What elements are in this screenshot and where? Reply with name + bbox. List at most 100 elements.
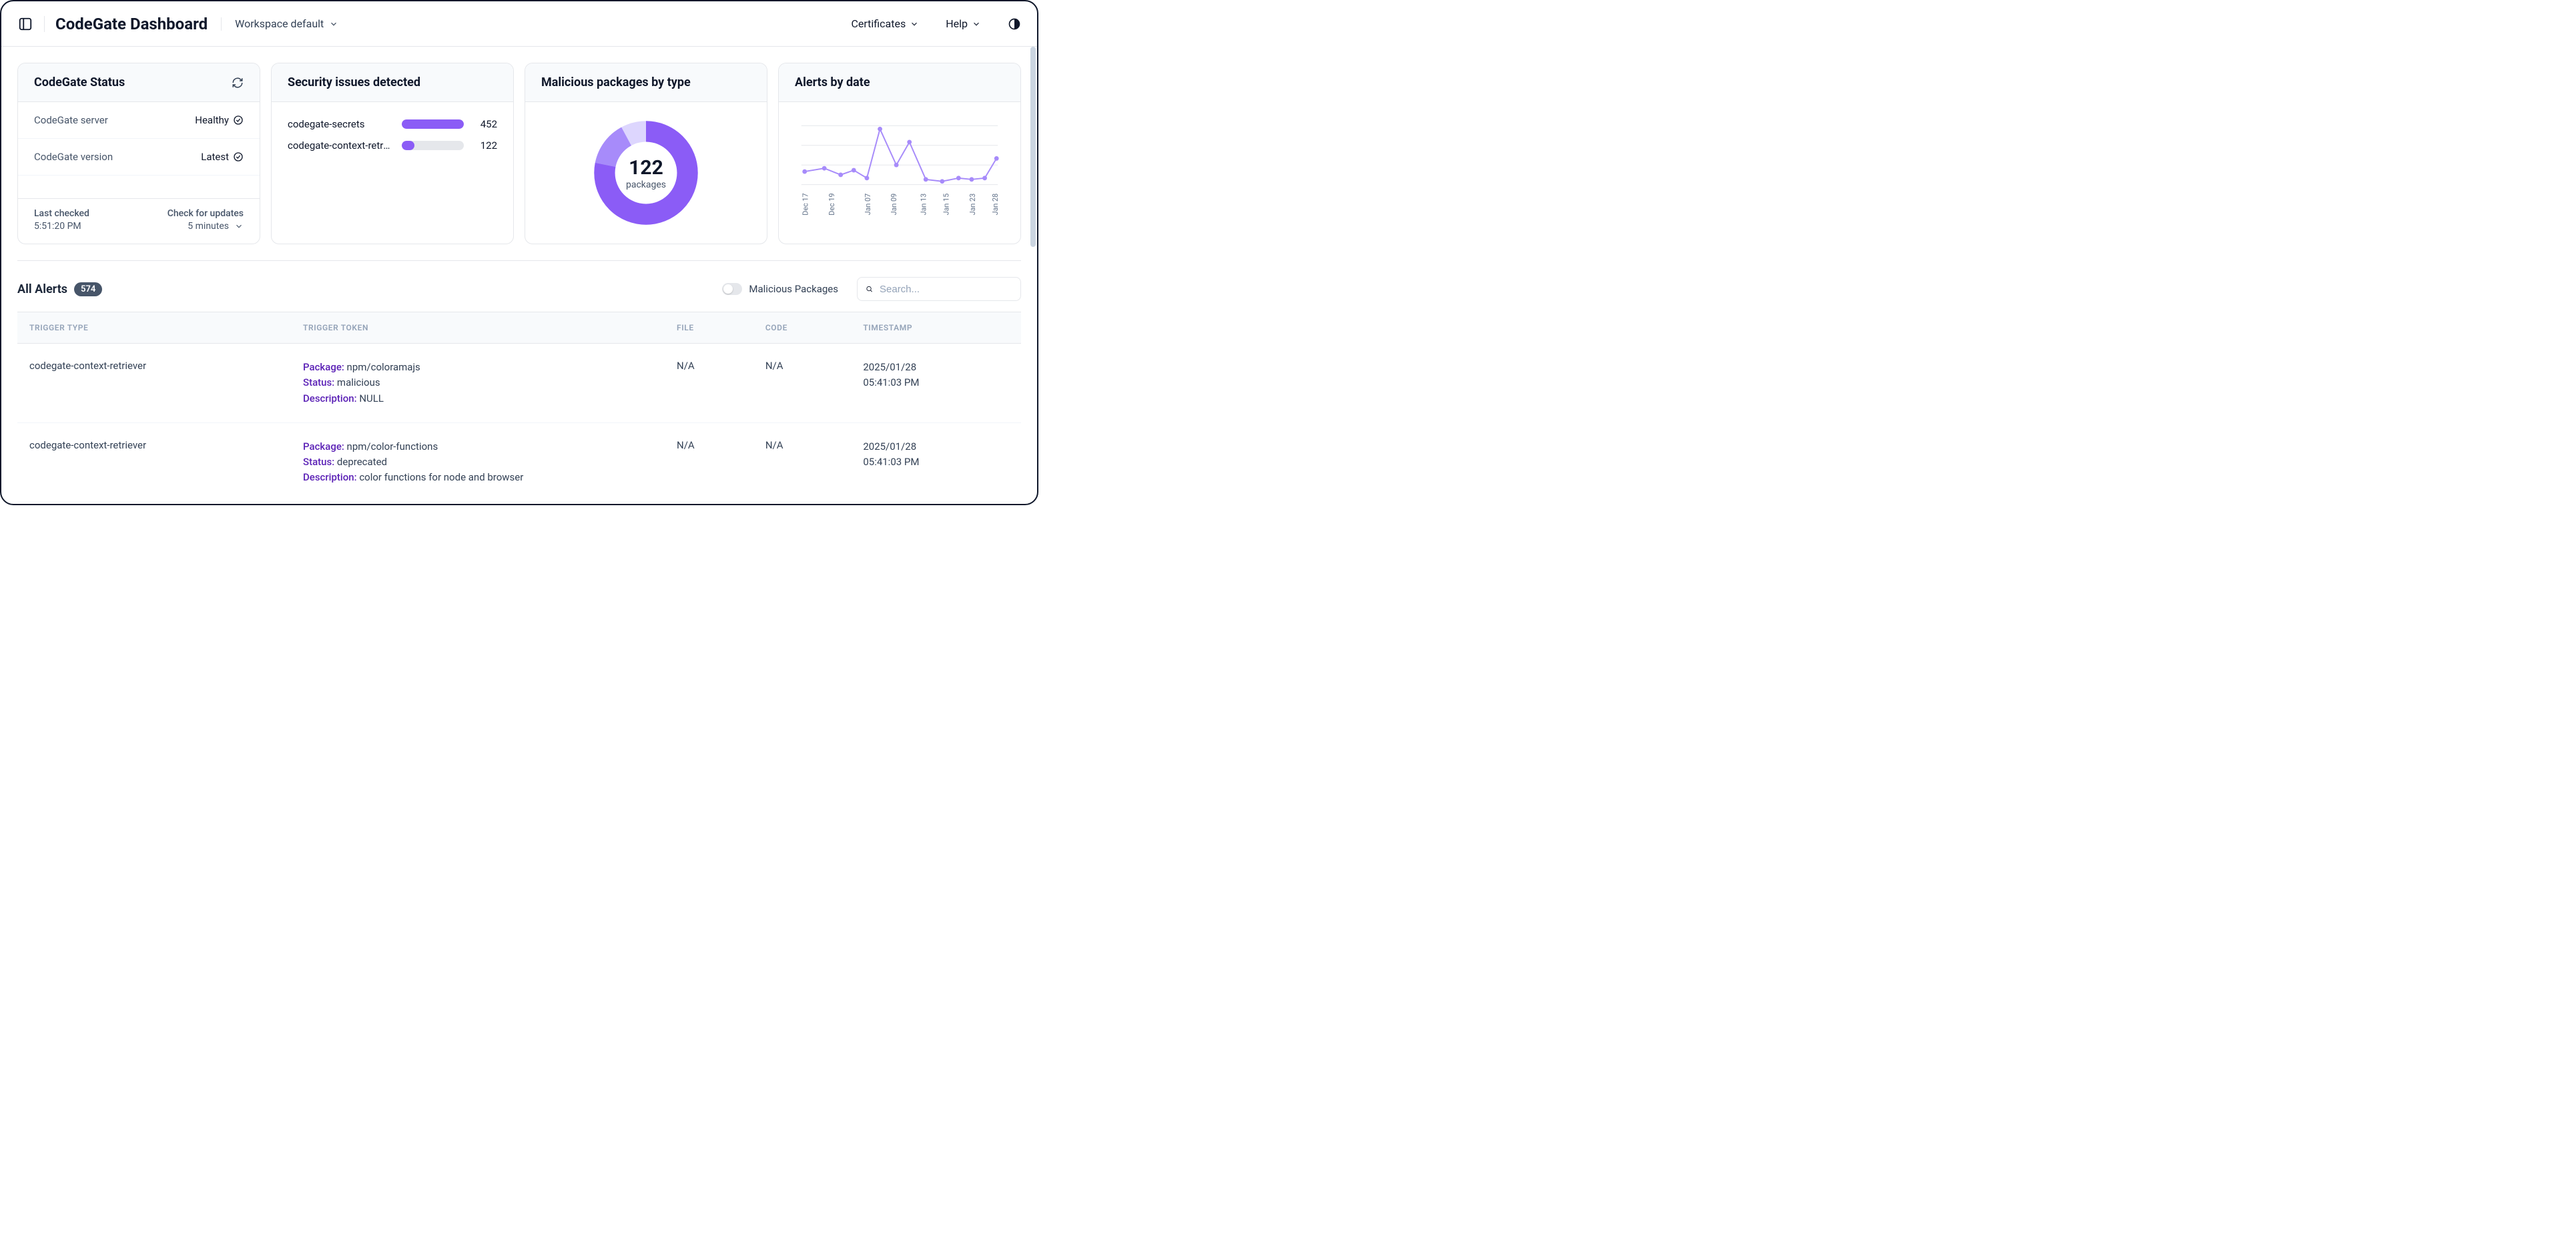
cell-trigger-token: Package: npm/color-functions Status: dep…: [291, 422, 665, 502]
malicious-packages-body: 122 packages: [525, 102, 767, 244]
alerts-by-date-body: Dec 17 Dec 19 Jan 07 Jan 09 Jan 13 Jan 1…: [779, 102, 1020, 244]
svg-text:Jan 09: Jan 09: [890, 194, 898, 216]
cell-trigger-type: codegate-context-retriever: [17, 422, 291, 502]
page-title: CodeGate Dashboard: [55, 15, 208, 33]
alerts-title: All Alerts: [17, 282, 67, 296]
status-card-header: CodeGate Status: [18, 63, 260, 102]
status-server-text: Healthy: [195, 114, 229, 126]
divider: [44, 16, 45, 32]
issue-bar-fill: [402, 119, 464, 129]
check-updates-label: Check for updates: [168, 208, 244, 219]
cell-trigger-token: Package: npm/coloramajs Status: maliciou…: [291, 344, 665, 423]
malicious-toggle-wrap: Malicious Packages: [722, 283, 838, 295]
search-input[interactable]: [880, 284, 1012, 295]
refresh-icon[interactable]: [232, 77, 244, 89]
issue-bar: [402, 119, 464, 129]
status-version-row: CodeGate version Latest: [18, 139, 260, 176]
check-updates-dropdown[interactable]: 5 minutes: [188, 221, 244, 232]
token-val-description: NULL: [359, 392, 384, 404]
check-updates: Check for updates 5 minutes: [168, 208, 244, 232]
summary-cards-row: CodeGate Status CodeGate server Healthy …: [17, 63, 1021, 244]
cell-code: N/A: [753, 344, 851, 423]
col-code: Code: [753, 312, 851, 344]
status-version-label: CodeGate version: [34, 151, 113, 163]
token-key-description: Description:: [303, 471, 357, 483]
ts-time: 05:41:03 PM: [863, 375, 1009, 390]
token-val-package: npm/color-functions: [347, 440, 438, 452]
certificates-label: Certificates: [851, 17, 906, 30]
help-menu[interactable]: Help: [946, 17, 981, 30]
security-issues-title: Security issues detected: [288, 75, 420, 89]
status-version-value: Latest: [201, 151, 244, 163]
issue-bar-fill: [402, 141, 414, 150]
status-card: CodeGate Status CodeGate server Healthy …: [17, 63, 260, 244]
certificates-menu[interactable]: Certificates: [851, 17, 919, 30]
col-file: File: [665, 312, 753, 344]
svg-text:Dec 17: Dec 17: [801, 193, 810, 215]
col-timestamp: Timestamp: [851, 312, 1021, 344]
alerts-by-date-header: Alerts by date: [779, 63, 1020, 102]
cell-code: N/A: [753, 422, 851, 502]
svg-text:Dec 19: Dec 19: [828, 193, 836, 215]
scrollbar[interactable]: [1030, 47, 1036, 247]
last-checked-value: 5:51:20 PM: [34, 221, 89, 232]
alerts-by-date-card: Alerts by date: [778, 63, 1021, 244]
alerts-by-date-title: Alerts by date: [795, 75, 870, 89]
issue-row: codegate-secrets 452: [288, 118, 497, 130]
table-row[interactable]: codegate-context-retriever Package: npm/…: [17, 344, 1021, 423]
table-row[interactable]: codegate-context-retriever Package: npm/…: [17, 422, 1021, 502]
ts-time: 05:41:03 PM: [863, 454, 1009, 470]
svg-text:Jan 13: Jan 13: [919, 194, 928, 216]
issue-label: codegate-secrets: [288, 118, 391, 130]
donut-number: 122: [629, 156, 663, 180]
status-server-row: CodeGate server Healthy: [18, 102, 260, 139]
ts-date: 2025/01/28: [863, 360, 1009, 375]
divider: [221, 17, 222, 31]
theme-toggle-button[interactable]: [1008, 17, 1021, 31]
issue-row: codegate-context-retri... 122: [288, 139, 497, 151]
malicious-packages-card: Malicious packages by type 122 packages: [525, 63, 767, 244]
check-interval: 5 minutes: [188, 221, 229, 232]
cell-timestamp: 2025/01/28 05:41:03 PM: [851, 344, 1021, 423]
status-server-label: CodeGate server: [34, 114, 108, 126]
donut-label: packages: [626, 180, 666, 190]
status-version-text: Latest: [201, 151, 229, 163]
malicious-packages-header: Malicious packages by type: [525, 63, 767, 102]
status-footer: Last checked 5:51:20 PM Check for update…: [18, 198, 260, 244]
svg-text:Jan 15: Jan 15: [942, 194, 951, 216]
cell-file: N/A: [665, 422, 753, 502]
token-key-package: Package:: [303, 361, 344, 373]
check-circle-icon: [233, 151, 244, 162]
search-icon: [866, 283, 873, 295]
svg-text:Jan 28: Jan 28: [991, 194, 1000, 216]
divider: [17, 260, 1021, 261]
cell-timestamp: 2025/01/28 05:41:03 PM: [851, 422, 1021, 502]
token-val-status: deprecated: [337, 456, 387, 468]
workspace-label: Workspace default: [235, 17, 324, 30]
malicious-packages-title: Malicious packages by type: [541, 75, 691, 89]
last-checked: Last checked 5:51:20 PM: [34, 208, 89, 232]
sidebar-toggle-button[interactable]: [17, 16, 33, 32]
chevron-down-icon: [910, 19, 919, 29]
half-circle-icon: [1008, 17, 1021, 31]
alerts-count-badge: 574: [74, 282, 102, 296]
donut-chart: 122 packages: [591, 118, 701, 228]
issue-count: 122: [474, 139, 497, 151]
workspace-dropdown[interactable]: Workspace default: [235, 17, 338, 30]
app-header: CodeGate Dashboard Workspace default Cer…: [1, 1, 1037, 47]
status-card-body: CodeGate server Healthy CodeGate version…: [18, 102, 260, 244]
help-label: Help: [946, 17, 968, 30]
malicious-packages-toggle[interactable]: [722, 283, 742, 295]
issue-count: 452: [474, 118, 497, 130]
status-card-title: CodeGate Status: [34, 75, 125, 89]
token-key-status: Status:: [303, 456, 334, 468]
line-chart: Dec 17 Dec 19 Jan 07 Jan 09 Jan 13 Jan 1…: [795, 118, 1004, 228]
security-issues-body: codegate-secrets 452 codegate-context-re…: [272, 102, 513, 177]
search-wrap[interactable]: [857, 277, 1021, 301]
col-trigger-token: Trigger Token: [291, 312, 665, 344]
panel-left-icon: [18, 17, 33, 31]
check-circle-icon: [233, 115, 244, 125]
token-val-package: npm/coloramajs: [347, 361, 420, 373]
ts-date: 2025/01/28: [863, 439, 1009, 454]
header-right: Certificates Help: [851, 17, 1021, 31]
